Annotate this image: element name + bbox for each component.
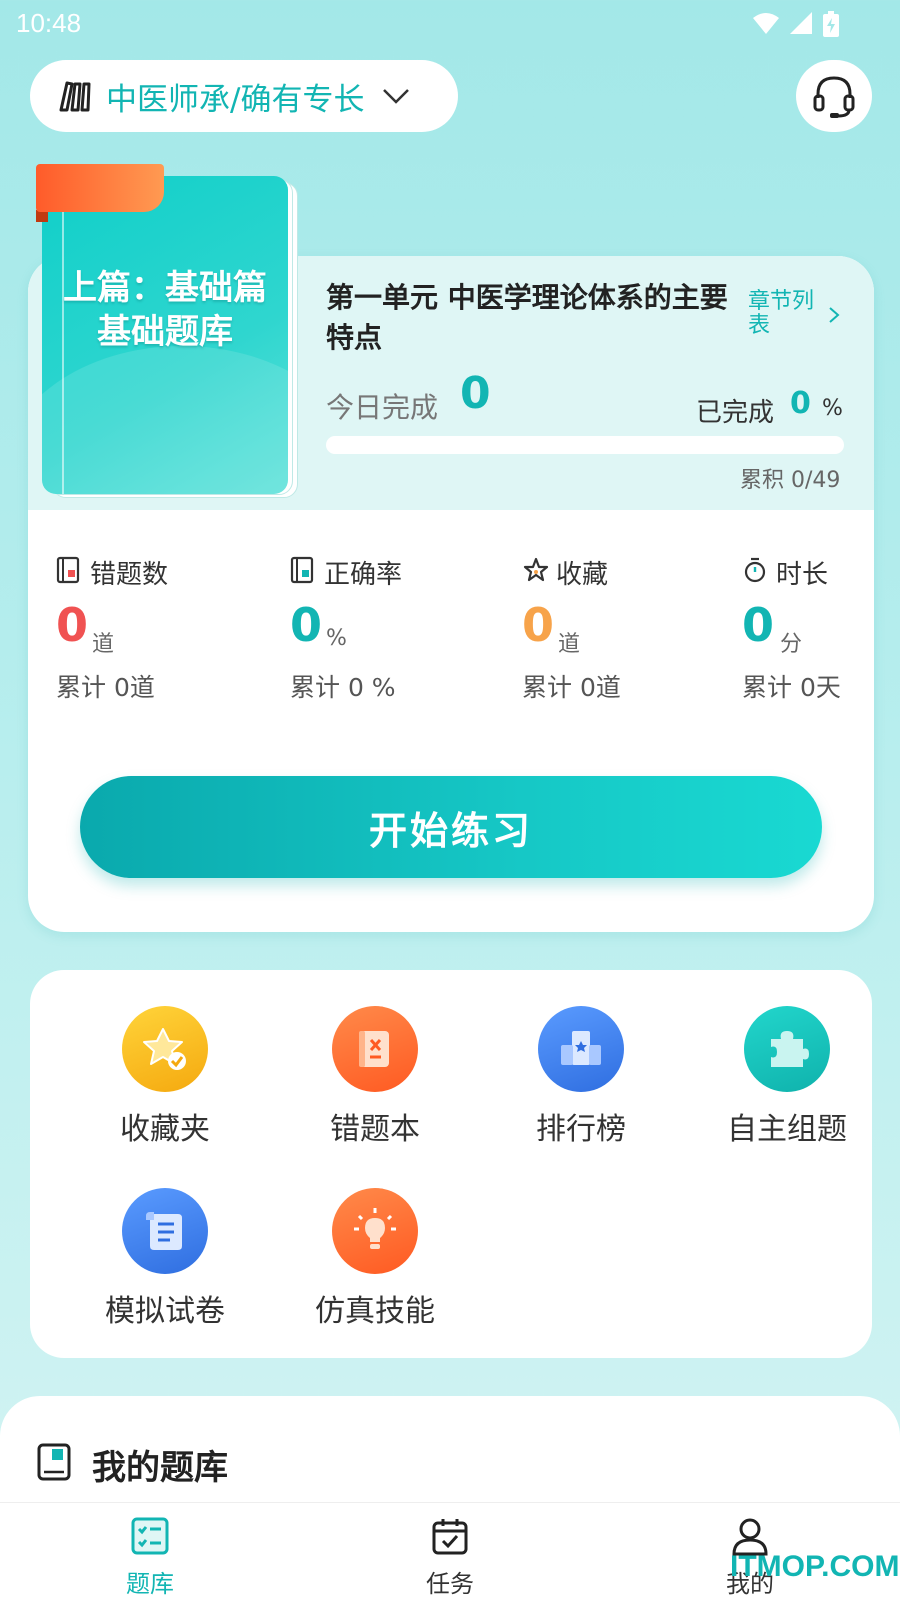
stat-total: 累计 0道: [56, 673, 155, 702]
wrong-book-icon: [332, 1006, 418, 1092]
favorites-star-icon: [122, 1006, 208, 1092]
lightbulb-icon: [332, 1188, 418, 1274]
exam-scroll-icon: [122, 1188, 208, 1274]
stat-value: 0: [742, 598, 775, 652]
headset-icon: [813, 76, 855, 118]
today-complete-value: 0: [460, 368, 491, 419]
chevron-down-icon: [383, 89, 410, 104]
subject-selector[interactable]: 中医师承/确有专长: [30, 60, 458, 132]
wrong-notebook-icon: [56, 556, 80, 584]
signal-icon: [790, 12, 812, 34]
tool-label: 仿真技能: [315, 1294, 435, 1329]
cover-wave: [42, 346, 288, 494]
stat-label: 时长: [776, 560, 829, 590]
chevron-right-icon: [829, 307, 840, 323]
start-practice-button[interactable]: 开始练习: [80, 776, 822, 878]
checklist-icon: [131, 1517, 169, 1555]
battery-icon: [823, 11, 839, 37]
status-bar: 10:48: [0, 0, 900, 50]
tool-wrong-book[interactable]: 错题本: [284, 1006, 464, 1147]
stat-unit: 分: [780, 632, 803, 657]
stat-unit: 道: [558, 632, 581, 657]
tool-custom-quiz[interactable]: 自主组题: [696, 1006, 876, 1147]
calendar-check-icon: [432, 1519, 468, 1555]
tab-label: 任务: [426, 1570, 474, 1598]
stat-value: 0: [522, 598, 555, 652]
stat-value: 0: [290, 598, 323, 652]
tab-tasks[interactable]: 任务: [390, 1512, 510, 1598]
stat-total: 累计 0 %: [290, 673, 396, 702]
stat-total: 累计 0道: [522, 673, 621, 702]
completed-unit: %: [822, 396, 843, 421]
completed-label: 已完成: [696, 398, 775, 428]
tool-mock-exam[interactable]: 模拟试卷: [74, 1188, 254, 1329]
book-ribbon: [36, 164, 164, 212]
accumulated-count: 累积 0/49: [740, 468, 841, 493]
my-bank-title: 我的题库: [92, 1448, 228, 1488]
watermark: ITMOP.COM: [730, 1550, 900, 1583]
tool-label: 排行榜: [536, 1112, 626, 1147]
stat-label: 收藏: [556, 560, 609, 590]
stat-label: 错题数: [90, 560, 169, 590]
question-bank-book-icon: [37, 1443, 71, 1481]
wifi-icon: [753, 13, 779, 34]
progress-bar: [326, 436, 844, 454]
stat-value: 0: [56, 598, 89, 652]
ranking-podium-icon: [538, 1006, 624, 1092]
accuracy-notebook-icon: [290, 556, 314, 584]
tool-favorites[interactable]: 收藏夹: [74, 1006, 254, 1147]
subject-label: 中医师承/确有专长: [106, 81, 365, 118]
tool-label: 错题本: [330, 1112, 420, 1147]
customer-service-button[interactable]: [796, 60, 872, 132]
status-icons: [752, 10, 840, 38]
tool-ranking[interactable]: 排行榜: [490, 1006, 670, 1147]
star-outline-icon: [523, 557, 549, 582]
book-title-line1: 上篇：基础篇: [63, 268, 267, 308]
tool-label: 自主组题: [727, 1112, 847, 1147]
tab-label: 题库: [126, 1570, 174, 1598]
stat-unit: %: [326, 626, 347, 651]
tools-panel: 收藏夹 错题本 排行榜 自主组题 模拟试卷 仿真技能: [30, 970, 872, 1358]
tool-label: 模拟试卷: [105, 1294, 225, 1329]
today-complete-label: 今日完成: [326, 391, 439, 424]
stat-unit: 道: [92, 632, 115, 657]
tab-question-bank[interactable]: 题库: [90, 1512, 210, 1598]
question-book-cover[interactable]: 上篇：基础篇 基础题库: [42, 176, 298, 498]
tool-label: 收藏夹: [120, 1112, 210, 1147]
stat-total: 累计 0天: [742, 673, 841, 702]
status-time: 10:48: [16, 8, 82, 38]
tool-simulation-skills[interactable]: 仿真技能: [284, 1188, 464, 1329]
stat-label: 正确率: [324, 560, 403, 590]
book-title-line2: 基础题库: [97, 312, 233, 352]
stopwatch-icon: [744, 557, 766, 583]
unit-title: 第一单元 中医学理论体系的主要特点: [326, 281, 728, 354]
puzzle-icon: [744, 1006, 830, 1092]
bookshelf-icon: [59, 81, 91, 112]
completed-value: 0: [790, 386, 811, 421]
book-front: 上篇：基础篇 基础题库: [42, 176, 288, 494]
chapter-list-link[interactable]: 章节列表: [748, 290, 828, 338]
